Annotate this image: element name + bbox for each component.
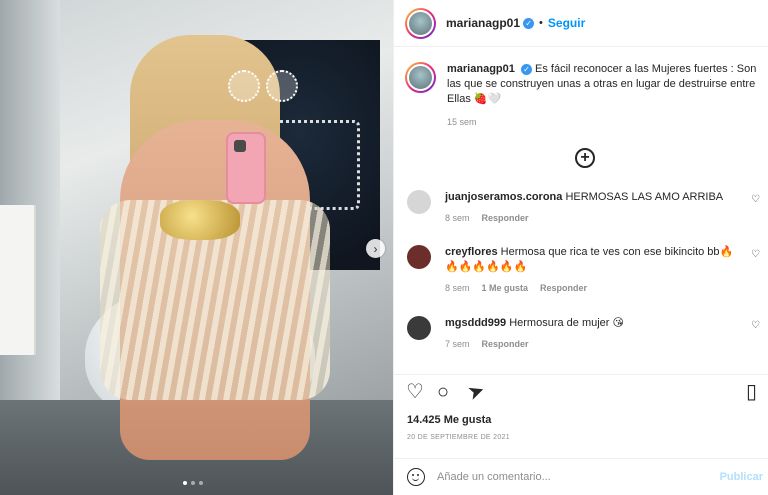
comment-time[interactable]: 7 sem [445,339,470,349]
share-icon[interactable]: ➤ [465,379,488,405]
avatar[interactable] [407,316,431,340]
bookmark-icon[interactable]: ▯ [746,381,757,403]
comment-body: Hermosura de mujer 😘 [509,317,624,329]
avatar[interactable] [407,245,431,269]
caption-username[interactable]: marianagp01 [447,63,515,75]
comments-section[interactable]: marianagp01 ✓ Es fácil reconocer a las M… [394,48,768,374]
comment-text: mgsddd999 Hermosura de mujer 😘 [445,316,762,331]
reply-button[interactable]: Responder [540,283,587,293]
post-header: marianagp01 ✓ • Seguir [394,0,768,47]
comment-input[interactable] [437,471,720,483]
emoji-icon[interactable] [407,468,425,486]
comment-text: juanjoseramos.corona HERMOSAS LAS AMO AR… [445,190,762,205]
avatar[interactable] [407,190,431,214]
reply-button[interactable]: Responder [482,213,529,223]
comment-username[interactable]: creyflores [445,246,498,258]
carousel-dot [183,481,187,485]
comment-item: creyflores Hermosa que rica te ves con e… [407,245,762,293]
reply-button[interactable]: Responder [482,339,529,349]
publish-button[interactable]: Publicar [720,471,763,483]
carousel-dots [183,481,203,485]
chevron-right-icon: › [373,241,378,256]
comment-meta: 7 sem Responder [445,339,762,349]
header-username[interactable]: marianagp01 ✓ [446,16,535,30]
action-bar: ♡ ○ ➤ ▯ [394,374,768,414]
load-more-comments-icon[interactable]: + [575,148,595,168]
post-panel: marianagp01 ✓ • Seguir marianagp01 ✓ Es f… [393,0,768,495]
verified-icon: ✓ [523,18,535,30]
comment-username[interactable]: juanjoseramos.corona [445,191,562,203]
photo-bikini [160,200,240,240]
photo-towel [0,205,36,355]
add-comment-bar: Publicar [394,458,768,495]
comment-like-icon[interactable]: ♡ [751,320,760,331]
verified-icon: ✓ [520,63,532,75]
comment-text: creyflores Hermosa que rica te ves con e… [445,245,762,275]
heart-icon[interactable]: ♡ [406,381,424,403]
comment-item: juanjoseramos.corona HERMOSAS LAS AMO AR… [407,190,762,223]
comment-body: HERMOSAS LAS AMO ARRIBA [565,191,724,203]
comment-like-icon[interactable]: ♡ [751,194,760,205]
post-date[interactable]: 20 DE SEPTIEMBRE DE 2021 [407,434,510,441]
comment-meta: 8 sem Responder [445,213,762,223]
comment-time[interactable]: 8 sem [445,213,470,223]
photo-sunglasses [228,70,298,104]
avatar[interactable] [405,7,436,39]
photo-phone [226,132,266,204]
caption-text: marianagp01 ✓ Es fácil reconocer a las M… [447,62,760,107]
comment-like-icon[interactable]: ♡ [751,249,760,260]
comment-meta: 8 sem 1 Me gusta Responder [445,283,762,293]
separator-dot: • [539,17,543,29]
username-text[interactable]: marianagp01 [446,16,520,30]
caption: marianagp01 ✓ Es fácil reconocer a las M… [405,62,760,127]
follow-button[interactable]: Seguir [548,16,585,30]
avatar[interactable] [405,62,436,93]
likes-count[interactable]: 14.425 Me gusta [407,414,491,426]
comment-username[interactable]: mgsddd999 [445,317,506,329]
caption-time[interactable]: 15 sem [447,117,760,127]
comment-item: mgsddd999 Hermosura de mujer 😘 7 sem Res… [407,316,762,349]
post-photo[interactable]: › [0,0,393,495]
carousel-dot [191,481,195,485]
next-image-button[interactable]: › [366,239,385,258]
comment-icon[interactable]: ○ [437,381,449,403]
carousel-dot [199,481,203,485]
comment-likes[interactable]: 1 Me gusta [482,283,529,293]
comment-time[interactable]: 8 sem [445,283,470,293]
